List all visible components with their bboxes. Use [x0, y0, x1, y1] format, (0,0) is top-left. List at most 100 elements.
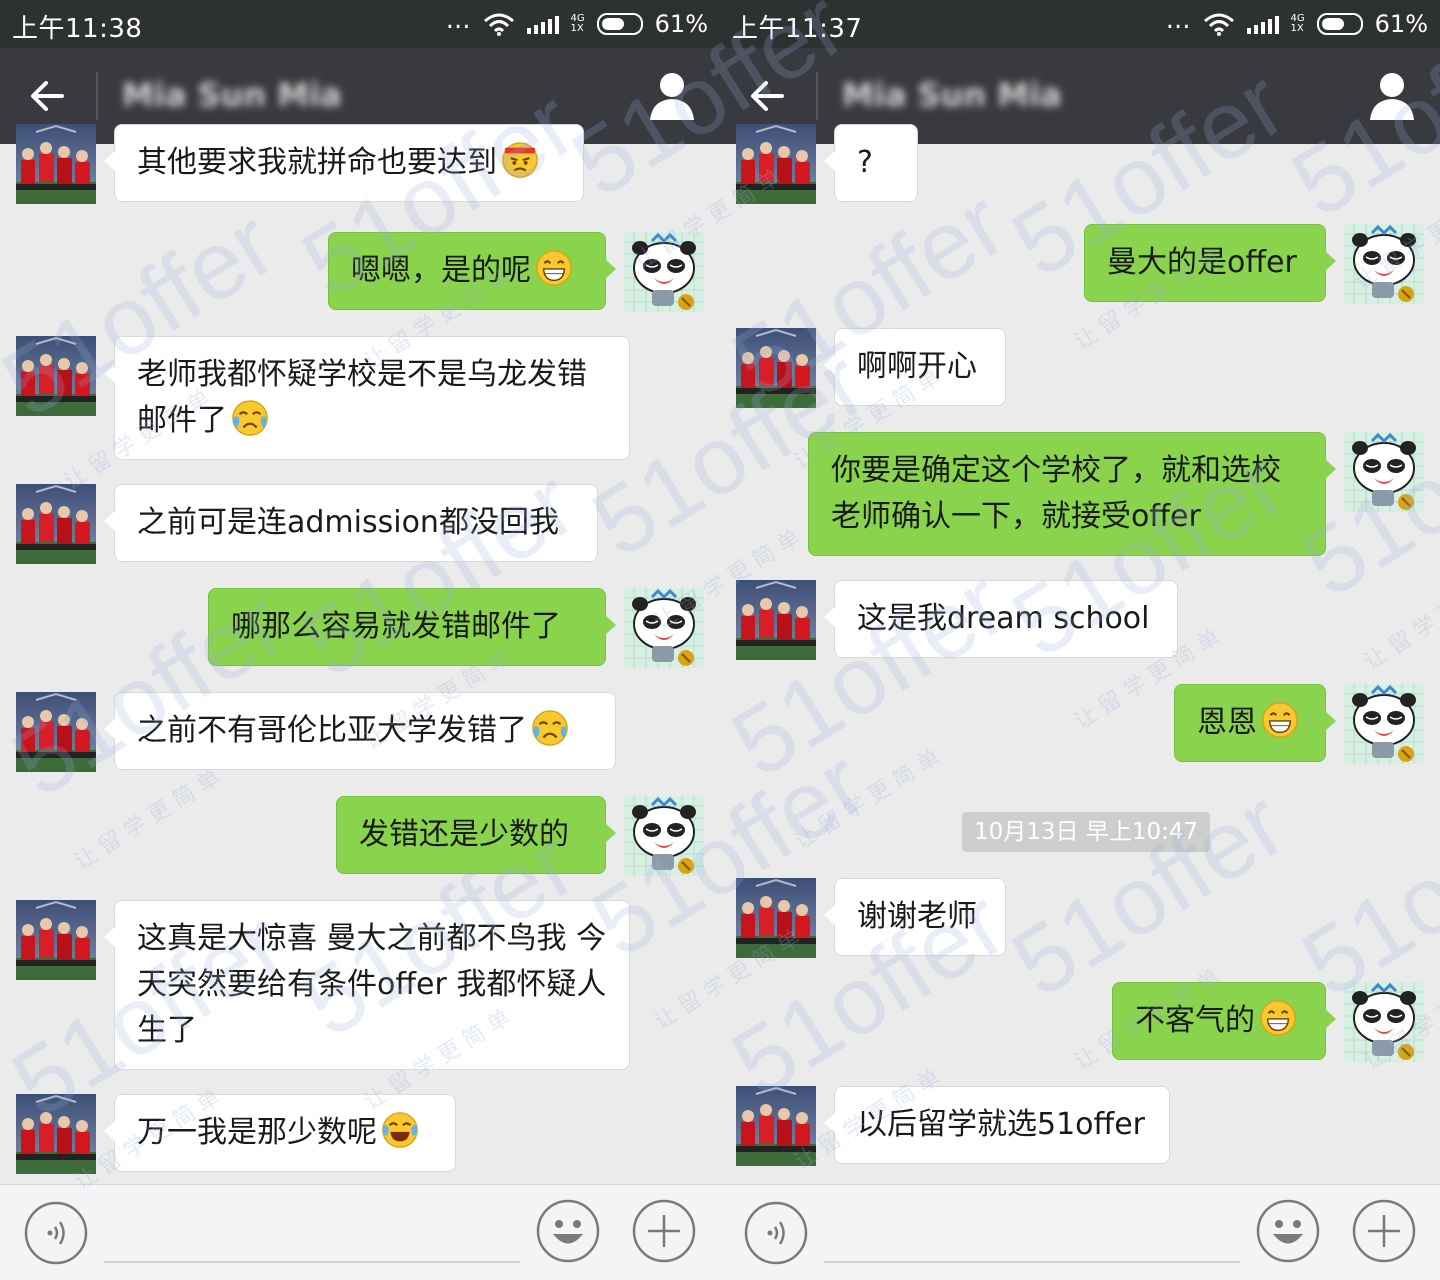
plus-icon[interactable]: [1352, 1199, 1416, 1263]
status-bar: 上午11:38 ... 4G 1X 61%: [0, 0, 720, 48]
message-bubble[interactable]: 万一我是那少数呢: [104, 1094, 456, 1172]
message-bubble[interactable]: 谢谢老师: [824, 878, 1006, 956]
grin-emoji-icon: [1259, 999, 1297, 1037]
network-type: 4G 1X: [571, 14, 585, 34]
contact-avatar[interactable]: [16, 900, 96, 980]
plus-icon[interactable]: [632, 1199, 696, 1263]
message-bubble[interactable]: 嗯嗯，是的呢: [328, 232, 616, 310]
contact-avatar[interactable]: [16, 1094, 96, 1174]
message-bubble[interactable]: 哪那么容易就发错邮件了: [208, 588, 616, 666]
message-bubble[interactable]: 不客气的: [1112, 982, 1336, 1060]
wifi-icon: [483, 13, 514, 36]
contact-avatar[interactable]: [736, 878, 816, 958]
contact-avatar[interactable]: [736, 580, 816, 660]
contact-avatar[interactable]: [736, 124, 816, 204]
self-avatar[interactable]: [1344, 432, 1424, 512]
crying-emoji-icon: [531, 709, 569, 747]
voice-icon[interactable]: [744, 1201, 808, 1265]
chat-title: Mia Sun Mia: [842, 76, 1062, 114]
message-bubble[interactable]: 之前可是连admission都没回我: [104, 484, 598, 562]
voice-icon[interactable]: [24, 1201, 88, 1265]
self-avatar[interactable]: [1344, 224, 1424, 304]
message-text: 其他要求我就拼命也要达到: [137, 145, 497, 180]
network-1x: 1X: [1290, 23, 1304, 34]
status-time: 上午11:38: [12, 14, 143, 44]
message-list[interactable]: 其他要求我就拼命也要达到嗯嗯，是的呢老师我都怀疑学校是不是乌龙发错 邮件了之前可是…: [0, 124, 720, 1184]
self-avatar[interactable]: [624, 588, 704, 668]
message-bubble[interactable]: 这是我dream school: [824, 580, 1178, 658]
message-bubble[interactable]: 这真是大惊喜 曼大之前都不鸟我 今天突然要给有条件offer 我都怀疑人 生了: [104, 900, 630, 1070]
status-time: 上午11:37: [732, 14, 863, 44]
self-avatar[interactable]: [624, 796, 704, 876]
message-bubble[interactable]: 以后留学就选51offer: [824, 1086, 1170, 1164]
message-text: 恩恩: [1197, 705, 1257, 740]
contact-avatar[interactable]: [736, 1086, 816, 1166]
person-icon[interactable]: [1364, 68, 1420, 124]
more-dots-icon: ...: [445, 5, 471, 35]
grin-emoji-icon: [535, 249, 573, 287]
message-text: 嗯嗯，是的呢: [351, 253, 531, 288]
message-list[interactable]: ? 曼大的是offer 啊啊开心你要是确定这个学校了，就和选校 老师确认一下，就接受o…: [720, 124, 1440, 1184]
message-text-line: 天突然要给有条件offer 我都怀疑人: [137, 967, 607, 1002]
message-text: 不客气的: [1135, 1003, 1255, 1038]
message-text: 发错还是少数的: [359, 817, 569, 852]
message-text: 之前可是连admission都没回我: [137, 505, 559, 540]
self-avatar[interactable]: [1344, 982, 1424, 1062]
message-text: 曼大的是offer: [1107, 245, 1297, 280]
back-arrow-icon[interactable]: [22, 70, 74, 122]
message-text-line: 这真是大惊喜 曼大之前都不鸟我 今: [137, 921, 607, 956]
battery-percent: 61%: [654, 10, 708, 38]
header-divider: [96, 72, 98, 120]
timestamp-divider: 10月13日 早上10:47: [962, 812, 1211, 852]
wifi-icon: [1203, 13, 1234, 36]
self-avatar[interactable]: [624, 232, 704, 312]
crying-emoji-icon: [231, 399, 269, 437]
status-bar: 上午11:37 ... 4G 1X 61%: [720, 0, 1440, 48]
signal-icon: [1246, 14, 1279, 34]
signal-icon: [526, 14, 559, 34]
message-bubble[interactable]: 恩恩: [1174, 684, 1336, 762]
battery-icon: [596, 13, 643, 35]
chat-title: Mia Sun Mia: [122, 76, 342, 114]
person-icon[interactable]: [644, 68, 700, 124]
message-text-line: 老师确认一下，就接受offer: [831, 499, 1201, 534]
contact-avatar[interactable]: [16, 124, 96, 204]
battery-icon: [1316, 13, 1363, 35]
angry-emoji-icon: [501, 141, 539, 179]
self-avatar[interactable]: [1344, 684, 1424, 764]
input-bar: [720, 1184, 1440, 1280]
input-bar: [0, 1184, 720, 1280]
contact-avatar[interactable]: [736, 328, 816, 408]
message-bubble[interactable]: ?: [824, 124, 918, 202]
smiley-icon[interactable]: [1256, 1199, 1320, 1263]
contact-avatar[interactable]: [16, 692, 96, 772]
message-text: 以后留学就选51offer: [857, 1107, 1145, 1142]
message-text: 万一我是那少数呢: [137, 1115, 377, 1150]
left-screen: 上午11:38 ... 4G 1X 61% Mia Sun Mia 其他要求我就…: [0, 0, 720, 1280]
battery-percent: 61%: [1374, 10, 1428, 38]
message-bubble[interactable]: 曼大的是offer: [1084, 224, 1336, 302]
message-bubble[interactable]: 其他要求我就拼命也要达到: [104, 124, 584, 202]
message-input[interactable]: [104, 1261, 520, 1263]
message-text-line: 你要是确定这个学校了，就和选校: [831, 453, 1281, 488]
message-input[interactable]: [824, 1261, 1240, 1263]
message-text-line: 生了: [137, 1013, 197, 1048]
message-text: 啊啊开心: [857, 349, 977, 384]
message-text: 哪那么容易就发错邮件了: [231, 609, 561, 644]
network-1x: 1X: [570, 23, 584, 34]
message-bubble[interactable]: 之前不有哥伦比亚大学发错了: [104, 692, 616, 770]
back-arrow-icon[interactable]: [742, 70, 794, 122]
chat-header: Mia Sun Mia: [720, 48, 1440, 144]
smiley-icon[interactable]: [536, 1199, 600, 1263]
contact-avatar[interactable]: [16, 484, 96, 564]
message-bubble[interactable]: 啊啊开心: [824, 328, 1006, 406]
message-bubble[interactable]: 老师我都怀疑学校是不是乌龙发错 邮件了: [104, 336, 630, 460]
message-bubble[interactable]: 你要是确定这个学校了，就和选校 老师确认一下，就接受offer: [808, 432, 1336, 556]
status-icons: ... 4G 1X 61%: [1166, 7, 1428, 41]
message-bubble[interactable]: 发错还是少数的: [336, 796, 616, 874]
message-text-line: 老师我都怀疑学校是不是乌龙发错: [137, 357, 587, 392]
contact-avatar[interactable]: [16, 336, 96, 416]
status-icons: ... 4G 1X 61%: [446, 7, 708, 41]
message-text: 谢谢老师: [857, 899, 977, 934]
tears-of-joy-emoji-icon: [381, 1111, 419, 1149]
